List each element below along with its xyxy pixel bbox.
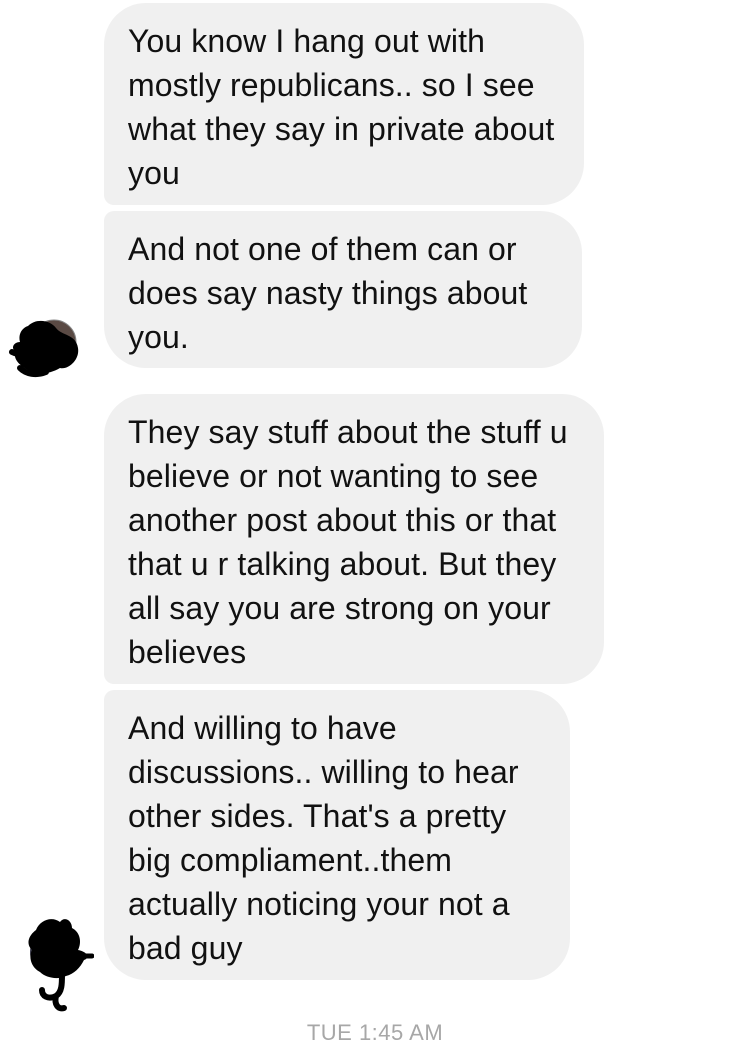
message-bubble[interactable]: And willing to have discussions.. willin… bbox=[104, 690, 570, 980]
message-text: They say stuff about the stuff u believe… bbox=[128, 414, 568, 670]
message-text: You know I hang out with mostly republic… bbox=[128, 23, 555, 191]
sender-avatar[interactable] bbox=[6, 312, 82, 384]
message-timestamp: TUE 1:45 AM bbox=[306, 1020, 444, 1045]
scribbled-avatar-icon bbox=[9, 319, 79, 378]
message-bubble[interactable]: They say stuff about the stuff u believe… bbox=[104, 394, 604, 684]
message-bubble[interactable]: You know I hang out with mostly republic… bbox=[104, 3, 584, 205]
scribbled-avatar-icon bbox=[28, 919, 95, 1012]
message-bubble[interactable]: And not one of them can or does say nast… bbox=[104, 211, 582, 368]
message-text: And not one of them can or does say nast… bbox=[128, 231, 528, 355]
message-text: And willing to have discussions.. willin… bbox=[128, 710, 519, 966]
sender-avatar[interactable] bbox=[18, 912, 95, 1016]
